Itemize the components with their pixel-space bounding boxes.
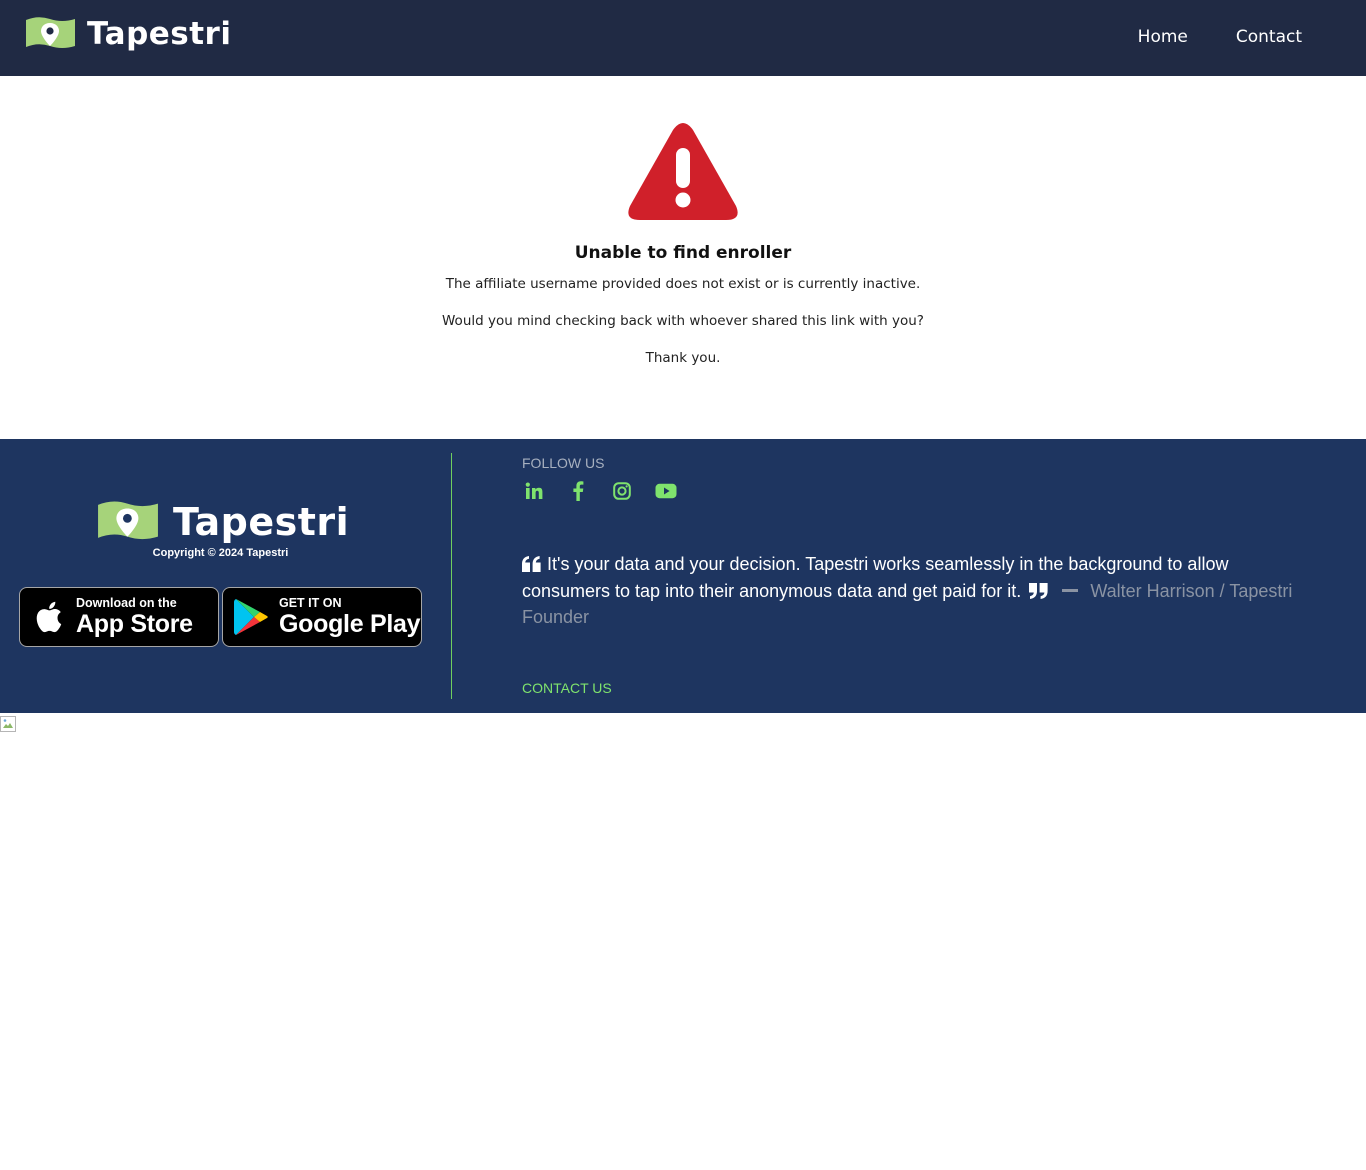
quote-open-icon: [522, 556, 541, 572]
top-navbar: Tapestri Home Contact: [0, 0, 1366, 76]
author-dash: [1062, 588, 1079, 592]
apple-icon: [20, 600, 76, 634]
copyright-text: Copyright © 2024 Tapestri: [152, 547, 289, 559]
facebook-icon[interactable]: [566, 479, 590, 503]
error-suggestion: Would you mind checking back with whoeve…: [442, 313, 924, 329]
google-play-small-text: GET IT ON: [279, 596, 342, 610]
error-message: The affiliate username provided does not…: [445, 276, 921, 292]
contact-us-link[interactable]: CONTACT US: [522, 680, 612, 696]
nav-contact-link[interactable]: Contact: [1236, 24, 1302, 50]
main-nav: Home Contact: [1138, 24, 1302, 50]
brand-logo[interactable]: Tapestri: [24, 16, 231, 52]
linkedin-icon[interactable]: [522, 479, 546, 503]
social-links: [522, 479, 678, 503]
nav-home-link[interactable]: Home: [1138, 24, 1188, 50]
footer: Tapestri Copyright © 2024 Tapestri Downl…: [0, 439, 1366, 713]
footer-divider: [451, 453, 452, 699]
footer-brand-name: Tapestri: [173, 500, 350, 544]
google-play-icon: [223, 597, 279, 637]
youtube-icon[interactable]: [654, 479, 678, 503]
google-play-big-text: Google Play: [279, 610, 421, 638]
google-play-button[interactable]: GET IT ON Google Play: [222, 587, 422, 647]
follow-us-label: FOLLOW US: [522, 455, 605, 471]
warning-triangle-icon: [628, 123, 738, 220]
app-store-big-text: App Store: [76, 610, 193, 638]
broken-image-icon: [0, 716, 16, 732]
error-title: Unable to find enroller: [574, 243, 792, 263]
thank-you-text: Thank you.: [645, 350, 721, 366]
testimonial: It's your data and your decision. Tapest…: [522, 551, 1312, 631]
map-pin-flag-icon: [26, 17, 75, 48]
map-pin-flag-icon: [98, 501, 158, 540]
app-store-small-text: Download on the: [76, 596, 177, 610]
app-store-button[interactable]: Download on the App Store: [19, 587, 219, 647]
quote-close-icon: [1029, 582, 1048, 599]
footer-brand-logo[interactable]: Tapestri: [95, 500, 349, 544]
instagram-icon[interactable]: [610, 479, 634, 503]
error-section: Unable to find enroller The affiliate us…: [0, 76, 1366, 439]
brand-name: Tapestri: [87, 16, 232, 52]
